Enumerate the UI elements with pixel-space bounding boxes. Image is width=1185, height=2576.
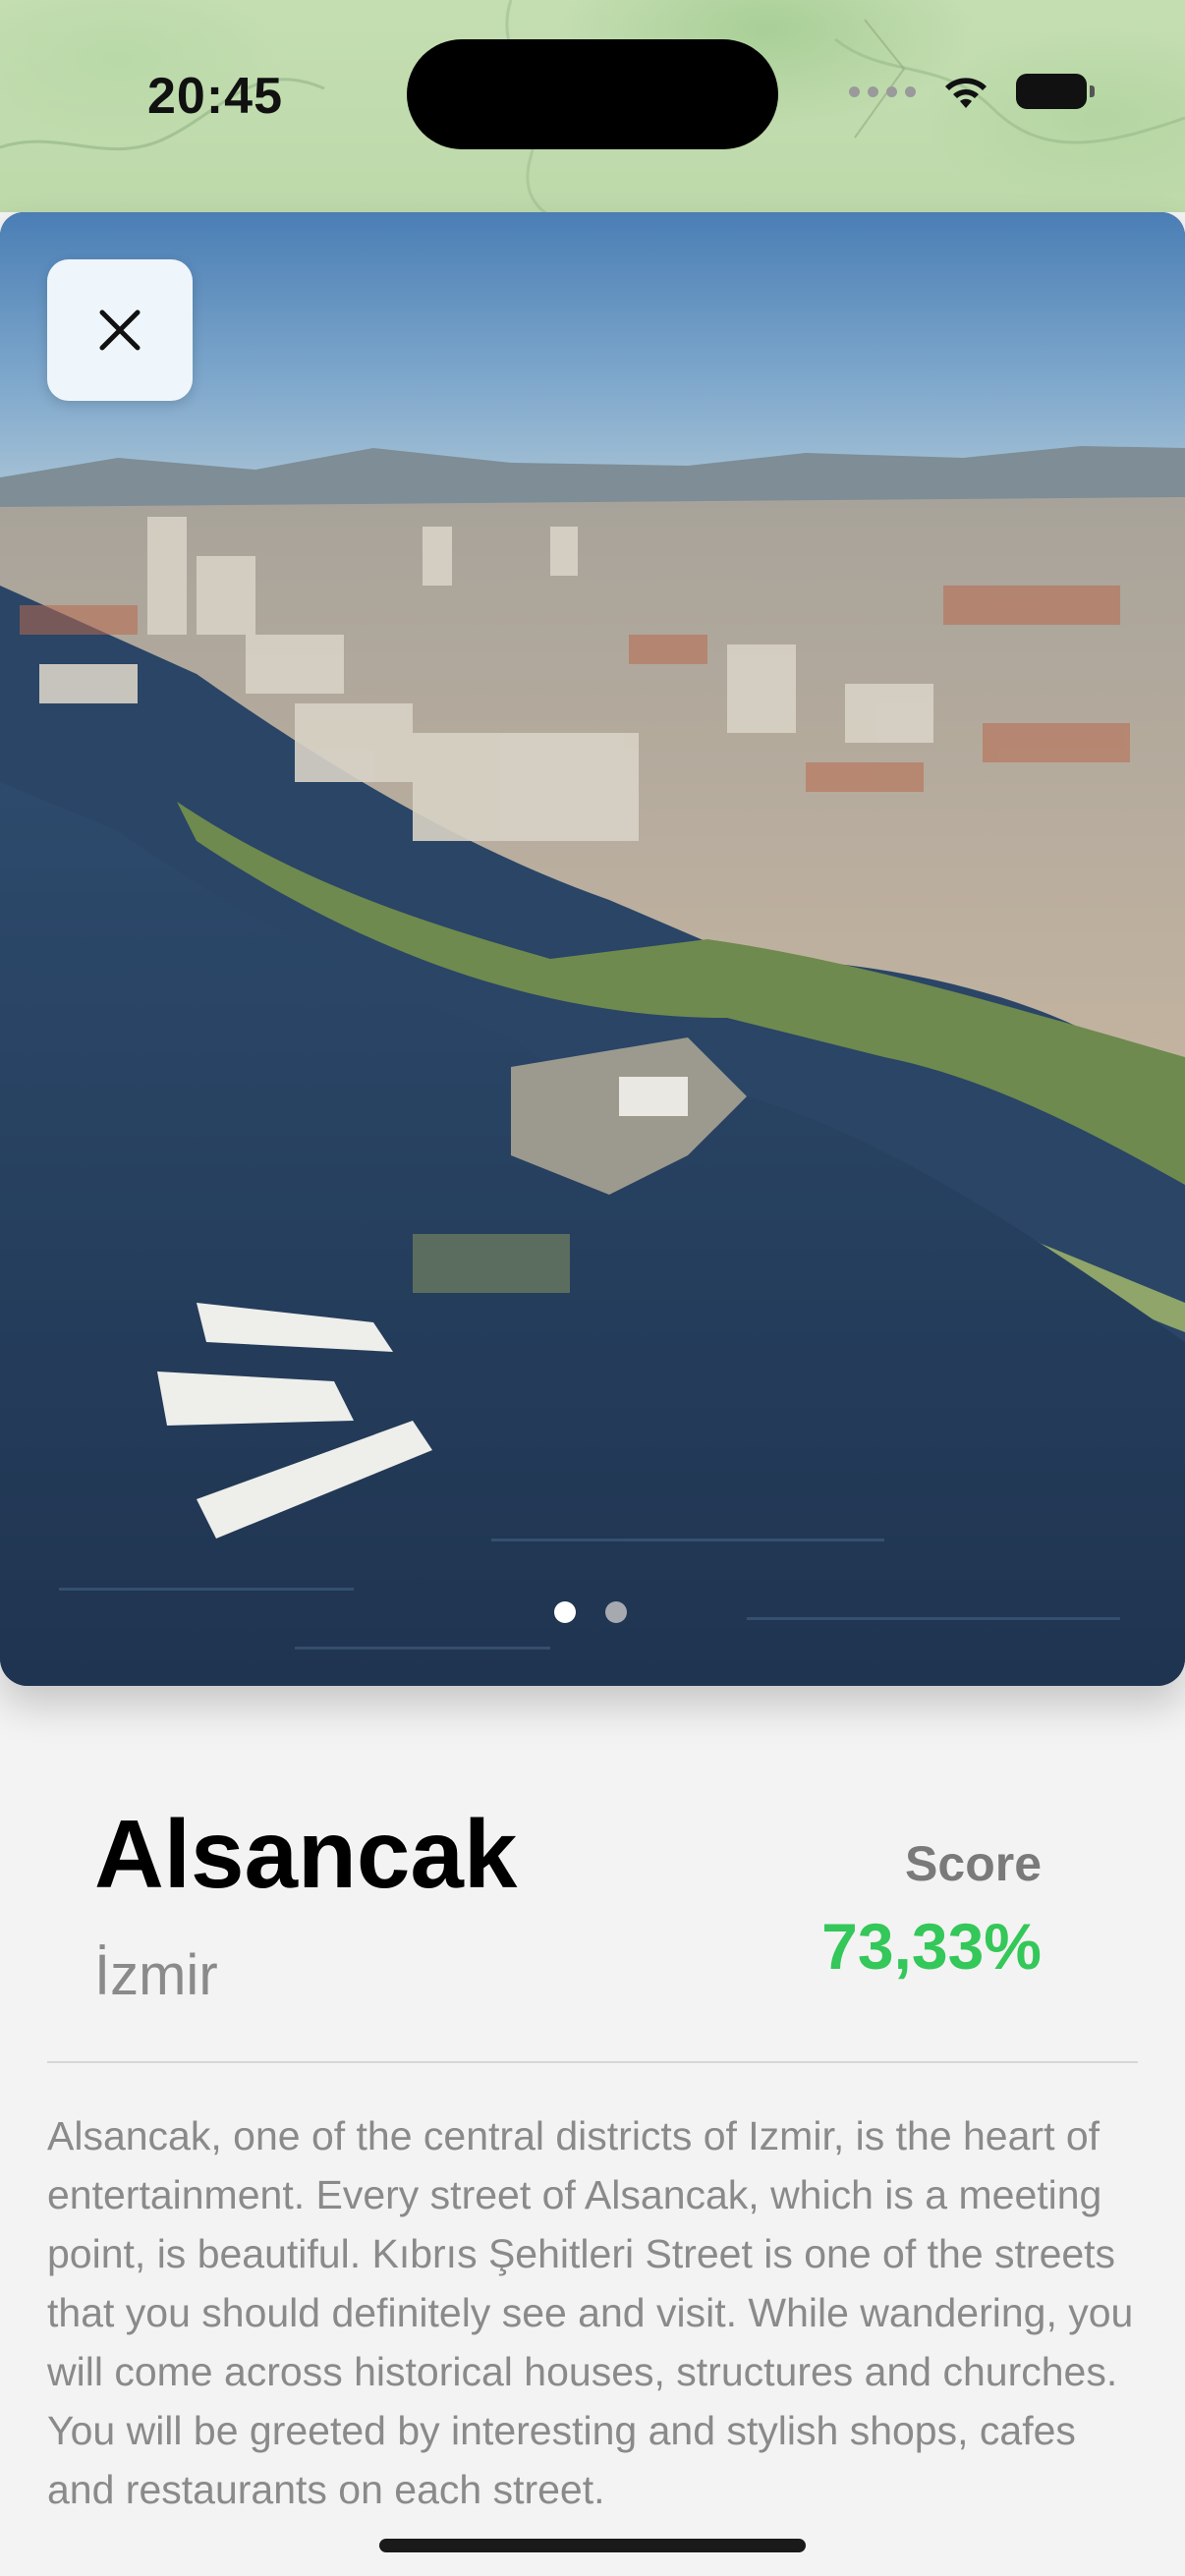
status-icons xyxy=(849,73,1095,110)
close-icon xyxy=(99,309,141,351)
home-indicator[interactable] xyxy=(379,2539,806,2552)
status-time: 20:45 xyxy=(147,68,283,125)
page-dot-2[interactable] xyxy=(605,1601,627,1623)
place-detail-screen: 20:45 Alsancak İzmir Score 73,33% Alsanc… xyxy=(0,0,1185,2576)
dynamic-island xyxy=(407,39,778,149)
place-city: İzmir xyxy=(94,1943,218,2007)
place-description: Alsancak, one of the central districts o… xyxy=(47,2113,1134,2512)
page-dot-1[interactable] xyxy=(554,1601,576,1623)
cellular-signal-icon xyxy=(849,85,916,97)
hero-photo xyxy=(0,212,1185,1686)
place-title: Alsancak xyxy=(94,1800,518,1908)
photo-gallery[interactable] xyxy=(0,212,1185,1686)
gallery-pagination[interactable] xyxy=(554,1601,627,1623)
close-button[interactable] xyxy=(47,259,193,401)
status-bar: 20:45 xyxy=(0,0,1185,196)
wifi-icon xyxy=(945,78,987,108)
score-value: 73,33% xyxy=(821,1910,1042,1983)
battery-icon xyxy=(1016,74,1095,109)
divider xyxy=(47,2061,1138,2063)
score-label: Score xyxy=(905,1836,1042,1891)
